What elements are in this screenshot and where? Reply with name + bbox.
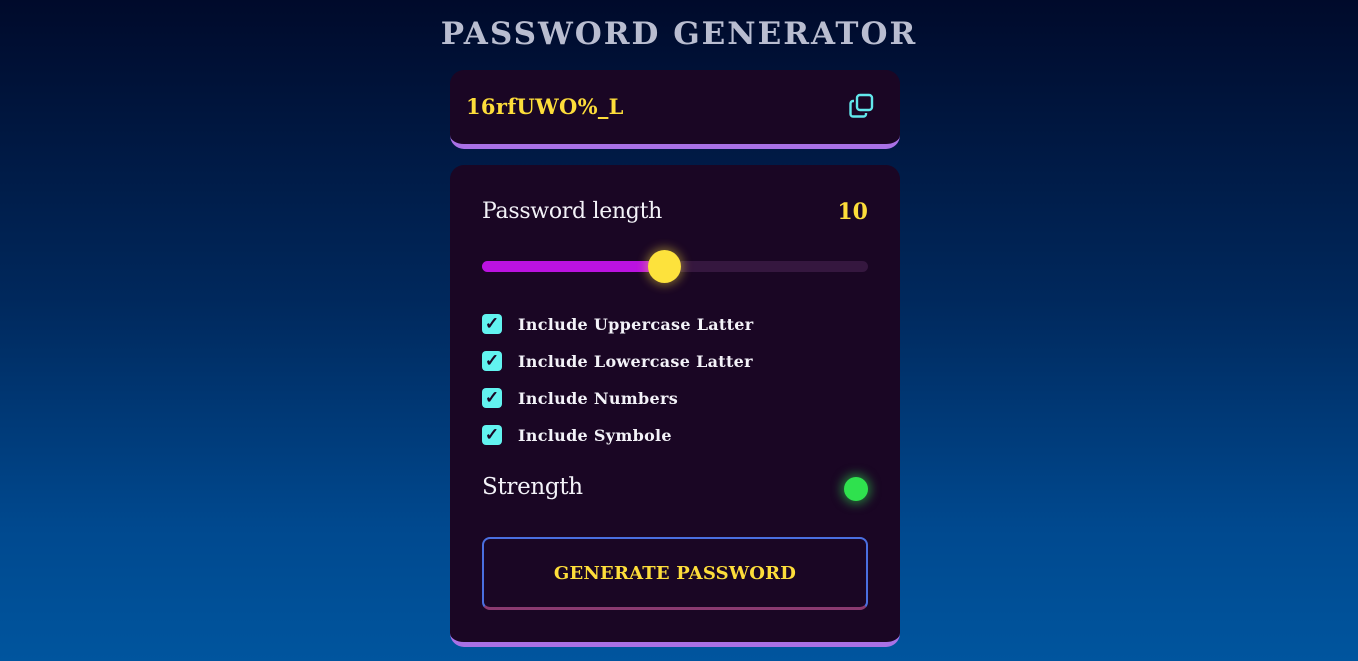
password-text: 16rfUWO%_L [466, 94, 624, 119]
option-symbols-label: Include Symbole [518, 425, 672, 445]
length-slider[interactable] [482, 250, 868, 283]
copy-icon[interactable] [848, 92, 876, 120]
checkbox-lowercase[interactable]: ✓ [482, 351, 502, 371]
checkbox-symbols[interactable]: ✓ [482, 425, 502, 445]
generate-password-button[interactable]: GENERATE PASSWORD [482, 537, 868, 610]
strength-label: Strength [482, 474, 583, 500]
option-numbers[interactable]: ✓ Include Numbers [482, 387, 678, 409]
generate-password-label: GENERATE PASSWORD [553, 562, 797, 584]
option-uppercase[interactable]: ✓ Include Uppercase Latter [482, 313, 754, 335]
option-uppercase-label: Include Uppercase Latter [518, 314, 754, 334]
length-slider-fill [482, 261, 665, 272]
checkbox-uppercase[interactable]: ✓ [482, 314, 502, 334]
copy-icon-graphic [849, 93, 874, 118]
option-lowercase[interactable]: ✓ Include Lowercase Latter [482, 350, 753, 372]
option-symbols[interactable]: ✓ Include Symbole [482, 424, 672, 446]
strength-indicator [844, 477, 868, 501]
checkbox-numbers[interactable]: ✓ [482, 388, 502, 408]
option-numbers-label: Include Numbers [518, 388, 678, 408]
password-length-label: Password length [482, 199, 662, 224]
settings-card: Password length 10 ✓ Include Uppercase L… [450, 165, 900, 647]
app-title: PASSWORD GENERATOR [440, 16, 918, 52]
length-slider-thumb[interactable] [648, 250, 681, 283]
password-display: 16rfUWO%_L [450, 70, 900, 149]
password-length-value: 10 [837, 199, 868, 225]
option-lowercase-label: Include Lowercase Latter [518, 351, 753, 371]
